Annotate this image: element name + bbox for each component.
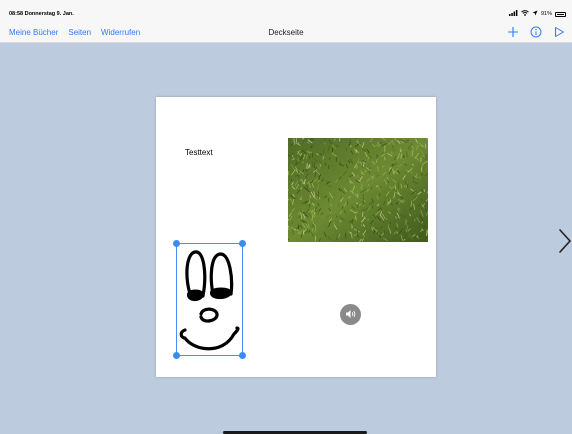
- status-time-date: 08:58 Donnerstag 9. Jan.: [9, 11, 74, 17]
- location-icon: [532, 10, 538, 18]
- navigation-bar: Meine Bücher Seiten Widerrufen Deckseite: [0, 22, 572, 43]
- resize-handle-bottom-right[interactable]: [239, 352, 246, 359]
- battery-icon: [555, 11, 566, 17]
- plus-icon[interactable]: [506, 25, 520, 39]
- battery-percentage: 91%: [540, 11, 552, 17]
- status-indicators: 91%: [508, 10, 566, 18]
- page-title: Deckseite: [268, 28, 304, 37]
- book-page[interactable]: Testtext: [156, 97, 436, 377]
- info-icon[interactable]: [529, 25, 543, 39]
- audio-button[interactable]: [340, 304, 361, 325]
- signal-icon: [508, 10, 518, 18]
- resize-handle-top-left[interactable]: [173, 240, 180, 247]
- wifi-icon: [521, 10, 529, 18]
- speaker-icon: [345, 306, 357, 324]
- status-bar: 08:58 Donnerstag 9. Jan. 91%: [0, 0, 572, 22]
- drawing-selection[interactable]: [173, 240, 246, 359]
- nav-actions: [506, 25, 566, 39]
- play-icon[interactable]: [552, 25, 566, 39]
- resize-handle-top-right[interactable]: [239, 240, 246, 247]
- next-page-arrow[interactable]: [558, 228, 572, 254]
- page-text[interactable]: Testtext: [185, 148, 213, 157]
- resize-handle-bottom-left[interactable]: [173, 352, 180, 359]
- grass-photo[interactable]: [284, 132, 432, 243]
